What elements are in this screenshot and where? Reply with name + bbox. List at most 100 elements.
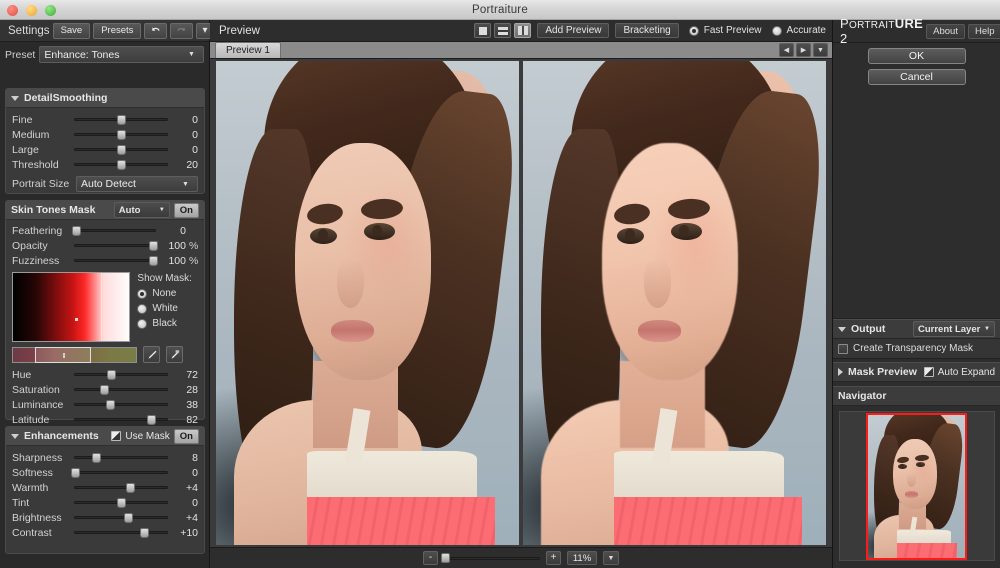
slider-track[interactable] bbox=[74, 413, 168, 426]
auto-expand-checkbox[interactable] bbox=[923, 367, 934, 377]
slider-track[interactable] bbox=[74, 158, 168, 171]
undo-button[interactable] bbox=[144, 22, 168, 39]
transparency-mask-checkbox[interactable] bbox=[838, 343, 848, 354]
preset-dropdown[interactable]: Enhance: Tones ▼ bbox=[39, 46, 204, 63]
slider-tint[interactable]: Tint 0 bbox=[6, 495, 204, 510]
redo-button[interactable] bbox=[170, 22, 194, 39]
slider-fuzziness[interactable]: Fuzziness 100 % bbox=[6, 253, 204, 268]
zoom-slider[interactable] bbox=[441, 552, 540, 565]
mask-preview-header[interactable]: Mask Preview Auto Expand bbox=[833, 362, 1000, 382]
slider-track[interactable] bbox=[74, 511, 168, 524]
slider-track[interactable] bbox=[71, 466, 168, 479]
slider-fine[interactable]: Fine 0 bbox=[6, 112, 204, 127]
slider-saturation[interactable]: Saturation 28 bbox=[6, 382, 204, 397]
slider-threshold[interactable]: Threshold 20 bbox=[6, 157, 204, 172]
radio-icon[interactable] bbox=[137, 318, 148, 329]
radio-icon[interactable] bbox=[688, 25, 699, 36]
zoom-level-dropdown[interactable]: ▼ bbox=[603, 551, 619, 565]
skin-mask-mode-dropdown[interactable]: Auto ▼ bbox=[113, 202, 170, 218]
output-header[interactable]: Output Current Layer ▼ bbox=[833, 319, 1000, 339]
minimize-button[interactable] bbox=[26, 5, 37, 16]
view-mode-single-button[interactable] bbox=[474, 23, 492, 38]
about-button[interactable]: About bbox=[926, 23, 965, 39]
slider-opacity[interactable]: Opacity 100 % bbox=[6, 238, 204, 253]
eyedropper-subtract-button[interactable] bbox=[166, 346, 183, 363]
slider-knob[interactable] bbox=[71, 226, 81, 236]
hue-range-selection[interactable] bbox=[35, 346, 91, 363]
preview-canvas[interactable] bbox=[210, 59, 832, 547]
show-mask-option-black[interactable]: Black bbox=[137, 318, 198, 329]
slider-brightness[interactable]: Brightness +4 bbox=[6, 510, 204, 525]
portrait-size-dropdown[interactable]: Auto Detect ▼ bbox=[76, 176, 198, 192]
output-target-dropdown[interactable]: Current Layer ▼ bbox=[913, 321, 995, 337]
zoom-in-button[interactable]: + bbox=[546, 551, 561, 565]
quality-option-fast[interactable]: Fast Preview bbox=[688, 25, 762, 36]
show-mask-option-white[interactable]: White bbox=[137, 303, 198, 314]
slider-track[interactable] bbox=[74, 496, 168, 509]
slider-knob[interactable] bbox=[116, 115, 126, 125]
enhancements-header[interactable]: Enhancements Use Mask On bbox=[6, 427, 204, 446]
slider-track[interactable] bbox=[74, 481, 168, 494]
preview-menu-button[interactable]: ▼ bbox=[813, 43, 828, 57]
slider-knob[interactable] bbox=[124, 513, 134, 523]
slider-medium[interactable]: Medium 0 bbox=[6, 127, 204, 142]
slider-warmth[interactable]: Warmth +4 bbox=[6, 480, 204, 495]
slider-knob[interactable] bbox=[92, 453, 102, 463]
navigator-thumbnail[interactable] bbox=[838, 411, 995, 561]
slider-knob[interactable] bbox=[125, 483, 135, 493]
slider-large[interactable]: Large 0 bbox=[6, 142, 204, 157]
skin-mask-toggle[interactable]: On bbox=[173, 202, 199, 218]
detail-smoothing-header[interactable]: DetailSmoothing bbox=[6, 89, 204, 108]
slider-track[interactable] bbox=[71, 224, 156, 237]
zoom-level-value[interactable]: 11% bbox=[567, 551, 597, 565]
slider-track[interactable] bbox=[74, 239, 159, 252]
save-button[interactable]: Save bbox=[52, 22, 91, 39]
slider-knob[interactable] bbox=[99, 385, 109, 395]
slider-knob[interactable] bbox=[116, 498, 126, 508]
show-mask-option-none[interactable]: None bbox=[137, 288, 198, 299]
slider-contrast[interactable]: Contrast +10 bbox=[6, 525, 204, 540]
presets-button[interactable]: Presets bbox=[93, 22, 142, 39]
window-controls[interactable] bbox=[7, 5, 56, 16]
add-preview-button[interactable]: Add Preview bbox=[537, 23, 610, 38]
slider-track[interactable] bbox=[74, 383, 168, 396]
help-button[interactable]: Help bbox=[967, 23, 1000, 39]
eyedropper-add-button[interactable] bbox=[143, 346, 160, 363]
slider-luminance[interactable]: Luminance 38 bbox=[6, 397, 204, 412]
ok-button[interactable]: OK bbox=[867, 48, 966, 64]
bracketing-button[interactable]: Bracketing bbox=[615, 23, 679, 38]
radio-icon[interactable] bbox=[137, 288, 148, 299]
slider-track[interactable] bbox=[74, 113, 168, 126]
color-gradient-field[interactable] bbox=[12, 272, 131, 342]
slider-track[interactable] bbox=[74, 128, 168, 141]
tab-preview-1[interactable]: Preview 1 bbox=[215, 42, 281, 58]
slider-knob[interactable] bbox=[106, 400, 116, 410]
preview-next-button[interactable]: ▶ bbox=[796, 43, 811, 57]
slider-track[interactable] bbox=[74, 368, 168, 381]
slider-track[interactable] bbox=[74, 143, 168, 156]
maximize-button[interactable] bbox=[45, 5, 56, 16]
slider-knob[interactable] bbox=[116, 145, 126, 155]
slider-knob[interactable] bbox=[107, 370, 117, 380]
slider-hue[interactable]: Hue 72 bbox=[6, 367, 204, 382]
slider-sharpness[interactable]: Sharpness 8 bbox=[6, 450, 204, 465]
preview-prev-button[interactable]: ◀ bbox=[779, 43, 794, 57]
zoom-slider-knob[interactable] bbox=[441, 552, 451, 563]
gradient-marker[interactable] bbox=[75, 318, 78, 321]
preview-image-original[interactable] bbox=[216, 61, 519, 545]
slider-latitude[interactable]: Latitude 82 bbox=[6, 412, 204, 427]
skin-tones-mask-header[interactable]: Skin Tones Mask Auto ▼ On bbox=[6, 201, 204, 220]
quality-option-accurate[interactable]: Accurate bbox=[771, 25, 826, 36]
slider-track[interactable] bbox=[74, 398, 168, 411]
enhancements-toggle[interactable]: On bbox=[173, 428, 199, 444]
zoom-out-button[interactable]: - bbox=[423, 551, 438, 565]
navigator-crop-region[interactable] bbox=[866, 412, 967, 560]
slider-track[interactable] bbox=[74, 526, 168, 539]
cancel-button[interactable]: Cancel bbox=[867, 69, 966, 85]
view-mode-split-vertical-button[interactable] bbox=[514, 23, 532, 38]
slider-track[interactable] bbox=[74, 451, 168, 464]
preview-image-retouched[interactable] bbox=[523, 61, 826, 545]
slider-softness[interactable]: Softness 0 bbox=[6, 465, 204, 480]
slider-knob[interactable] bbox=[146, 415, 156, 425]
slider-knob[interactable] bbox=[116, 130, 126, 140]
